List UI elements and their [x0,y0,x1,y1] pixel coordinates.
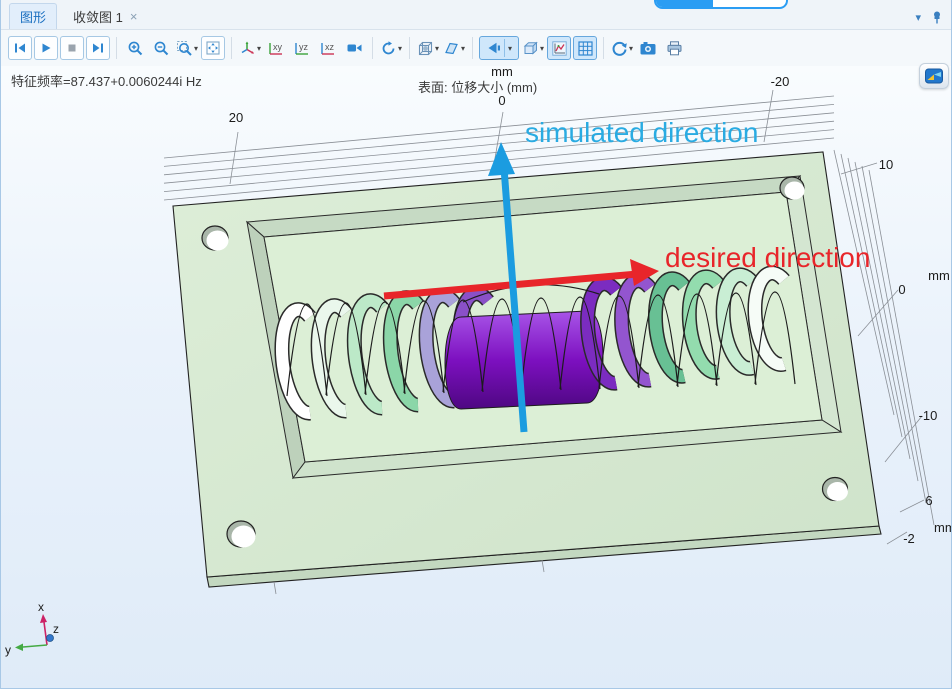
projection-camera-button[interactable] [342,36,366,60]
pin-icon[interactable] [931,10,943,24]
wireframe-cube-icon [417,40,434,57]
zoom-in-icon [127,40,144,57]
default-view-icon [239,40,256,57]
tab-convergence-label: 收敛图 1 [73,7,123,26]
view-xy-button[interactable]: xy [264,36,288,60]
tab-convergence-plot[interactable]: 收敛图 1 × [63,3,147,29]
zoom-box-caret[interactable]: ▾ [194,44,198,53]
z-tick-m2: -2 [903,531,915,546]
rotate-caret[interactable]: ▾ [398,44,402,53]
screenshot-button[interactable] [636,36,660,60]
svg-text:xz: xz [325,42,335,52]
face-button[interactable]: ▾ [442,36,466,60]
show-axes-button[interactable] [547,36,571,60]
close-icon[interactable]: × [130,9,138,24]
update-plot-button[interactable]: ▾ [610,36,634,60]
default-view-button[interactable]: ▾ [238,36,262,60]
zoom-box-icon [176,40,193,57]
orientation-triad: x z y [5,600,59,657]
y-tick-10: 10 [879,157,893,172]
tab-bar: 图形 收敛图 1 × ▾ [1,0,951,30]
default-view-caret[interactable]: ▾ [257,44,261,53]
x-tick-20: 20 [229,110,243,125]
svg-text:xy: xy [273,42,283,52]
projection-camera-icon [346,40,363,56]
scene-button[interactable]: ▾ [416,36,440,60]
zoom-extents-icon [205,40,221,56]
transparency-button[interactable]: ▾ [521,36,545,60]
face-caret[interactable]: ▾ [461,44,465,53]
face-icon [443,40,460,57]
x-tick-m20: -20 [771,74,790,89]
zoom-in-button[interactable] [123,36,147,60]
yz-view-icon: yz [293,40,311,57]
transparency-cube-icon [522,40,539,57]
comsol-logo-icon [924,67,944,85]
scene-light-button[interactable]: ▾ [479,36,519,60]
scene-caret[interactable]: ▾ [435,44,439,53]
button-divider [504,39,505,57]
play-icon [38,40,54,56]
zoom-extents-button[interactable] [201,36,225,60]
show-axes-icon [551,40,568,57]
transparency-caret[interactable]: ▾ [540,44,544,53]
screenshot-icon [639,40,657,56]
scene-light-icon [486,40,502,56]
triad-z-label: z [53,622,59,636]
xz-view-icon: xz [319,40,337,57]
play-button[interactable] [34,36,58,60]
toggle-fill [656,0,713,7]
print-icon [666,40,683,57]
stop-icon [64,40,80,56]
plot-3d-scene: simulated direction desired direction mm… [1,66,952,688]
view-yz-button[interactable]: yz [290,36,314,60]
update-plot-caret[interactable]: ▾ [629,44,633,53]
y-axis-unit: mm [928,268,950,283]
print-button[interactable] [662,36,686,60]
svg-text:yz: yz [299,42,309,52]
plot-canvas[interactable]: simulated direction desired direction mm… [1,66,952,688]
eigenfrequency-readout: 特征频率=87.437+0.0060244i Hz [11,71,202,90]
show-grid-button[interactable] [573,36,597,60]
triad-y-label: y [5,643,11,657]
show-grid-icon [577,40,594,57]
graphics-toolbar: ▾ ▾ xy [1,30,951,66]
chevron-down-icon[interactable]: ▾ [915,11,921,24]
rotate-icon [380,40,397,57]
zoom-out-button[interactable] [149,36,173,60]
view-xz-button[interactable]: xz [316,36,340,60]
tab-graphics-label: 图形 [20,7,46,26]
z-axis-unit: mm [934,520,952,535]
step-backward-button[interactable] [8,36,32,60]
y-tick-m10: -10 [919,408,938,423]
rotate-button[interactable]: ▾ [379,36,403,60]
simulated-direction-label: simulated direction [525,117,758,148]
zoom-box-button[interactable]: ▾ [175,36,199,60]
surface-legend: 表面: 位移大小 (mm) [418,77,537,96]
z-tick-6: 6 [925,493,932,508]
xy-view-icon: xy [267,40,285,57]
step-forward-icon [90,40,106,56]
comsol-logo-button[interactable] [919,63,949,89]
step-backward-icon [12,40,28,56]
tab-graphics[interactable]: 图形 [9,3,57,29]
zoom-out-icon [153,40,170,57]
graphics-window: 图形 收敛图 1 × ▾ [0,0,952,689]
triad-x-label: x [38,600,44,614]
scene-light-caret[interactable]: ▾ [508,44,512,53]
stop-button[interactable] [60,36,84,60]
overlapping-toggle-button[interactable] [654,0,788,9]
desired-direction-label: desired direction [665,242,870,273]
y-tick-0: 0 [898,282,905,297]
update-plot-icon [611,40,628,57]
step-forward-button[interactable] [86,36,110,60]
